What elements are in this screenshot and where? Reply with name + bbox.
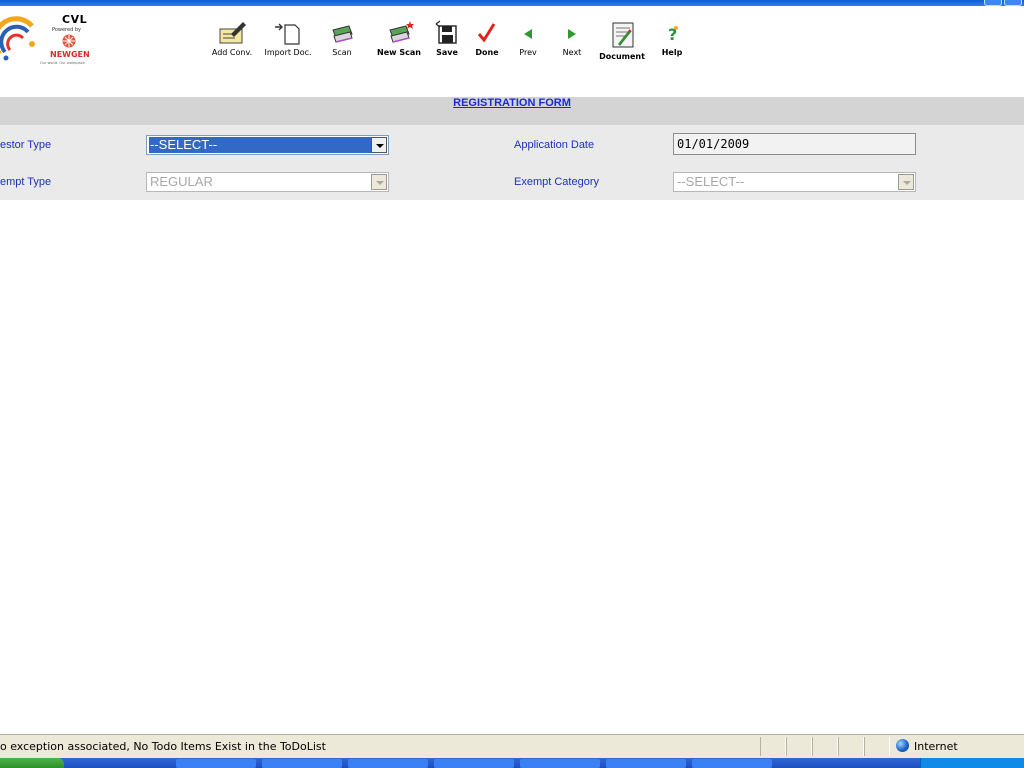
security-zone-label: Internet: [914, 740, 958, 753]
application-date-value: 01/01/2009: [677, 137, 750, 151]
new-scan-icon: [389, 21, 414, 43]
arrow-left-icon: [524, 29, 532, 39]
add-conv-label: Add Conv.: [211, 48, 253, 57]
document-icon: [612, 22, 634, 48]
exempt-type-value: REGULAR: [150, 174, 213, 189]
save-label: Save: [436, 48, 458, 57]
globe-icon: [896, 739, 909, 752]
exempt-category-label: Exempt Category: [514, 176, 599, 188]
taskbar-button[interactable]: [262, 759, 342, 768]
cvl-logo: CVL Powered by NEWGEN Our world. Our wor…: [0, 12, 120, 72]
browser-status-bar: o exception associated, No Todo Items Ex…: [0, 734, 1024, 758]
investor-type-value: --SELECT--: [149, 137, 371, 153]
status-pane: [812, 737, 838, 756]
start-button[interactable]: [0, 758, 64, 768]
app-header: CVL Powered by NEWGEN Our world. Our wor…: [0, 6, 1024, 96]
done-button[interactable]: Done: [472, 20, 502, 70]
chevron-down-icon[interactable]: [898, 174, 914, 190]
status-pane: [760, 737, 786, 756]
taskbar-button[interactable]: [434, 759, 514, 768]
prev-button[interactable]: Prev: [514, 20, 542, 70]
help-label: Help: [661, 48, 683, 57]
status-pane: [864, 737, 890, 756]
taskbar-button[interactable]: [348, 759, 428, 768]
next-button[interactable]: Next: [558, 20, 586, 70]
windows-taskbar: [0, 758, 1024, 768]
scanner-icon: [332, 25, 353, 43]
logo-title: CVL: [62, 13, 88, 26]
investor-type-label: estor Type: [0, 139, 52, 151]
document-button[interactable]: Document: [596, 20, 648, 70]
registration-form-title[interactable]: REGISTRATION FORM: [0, 97, 1024, 125]
save-button[interactable]: Save: [432, 20, 462, 70]
chevron-down-icon[interactable]: [371, 174, 387, 190]
next-label: Next: [562, 48, 582, 57]
add-conv-button[interactable]: Add Conv.: [208, 20, 256, 70]
import-doc-label: Import Doc.: [264, 48, 312, 57]
exempt-type-select[interactable]: REGULAR: [146, 172, 389, 192]
security-zone: Internet: [896, 739, 958, 753]
exempt-category-value: --SELECT--: [677, 174, 745, 189]
taskbar-button[interactable]: [692, 759, 772, 768]
form-title-band: REGISTRATION FORM: [0, 97, 1024, 125]
logo-tagline: Our world. Our workplace: [40, 61, 85, 65]
new-scan-button[interactable]: New Scan: [374, 20, 424, 70]
status-message: o exception associated, No Todo Items Ex…: [0, 740, 326, 753]
help-button[interactable]: ? Help: [658, 20, 686, 70]
import-doc-button[interactable]: Import Doc.: [262, 20, 314, 70]
add-conversation-icon: [219, 22, 246, 44]
logo-brand: NEWGEN: [50, 50, 90, 59]
registration-form: estor Type --SELECT-- Application Date 0…: [0, 125, 1024, 200]
exempt-type-label: empt Type: [0, 176, 52, 188]
chevron-down-icon[interactable]: [371, 137, 387, 153]
prev-label: Prev: [519, 48, 537, 57]
taskbar-button[interactable]: [520, 759, 600, 768]
status-pane: [838, 737, 864, 756]
system-tray: [920, 758, 1024, 768]
scan-label: Scan: [332, 48, 352, 57]
scan-button[interactable]: Scan: [324, 20, 360, 70]
checkmark-icon: [477, 23, 496, 43]
application-date-label: Application Date: [514, 139, 595, 151]
new-scan-label: New Scan: [377, 48, 421, 57]
newgen-mark-icon: [62, 34, 76, 48]
taskbar-button[interactable]: [606, 759, 686, 768]
cvl-logo-icon: [0, 16, 35, 61]
save-icon: [435, 20, 457, 44]
import-document-icon: [275, 23, 300, 45]
help-icon: ?: [668, 25, 678, 44]
done-label: Done: [475, 48, 499, 57]
taskbar-button[interactable]: [176, 759, 256, 768]
status-pane: [786, 737, 812, 756]
exempt-category-select[interactable]: --SELECT--: [673, 172, 916, 192]
arrow-right-icon: [568, 29, 576, 39]
logo-powered-text: Powered by: [52, 27, 81, 33]
application-date-field[interactable]: 01/01/2009: [673, 133, 916, 155]
investor-type-select[interactable]: --SELECT--: [146, 135, 389, 155]
document-label: Document: [599, 52, 645, 61]
